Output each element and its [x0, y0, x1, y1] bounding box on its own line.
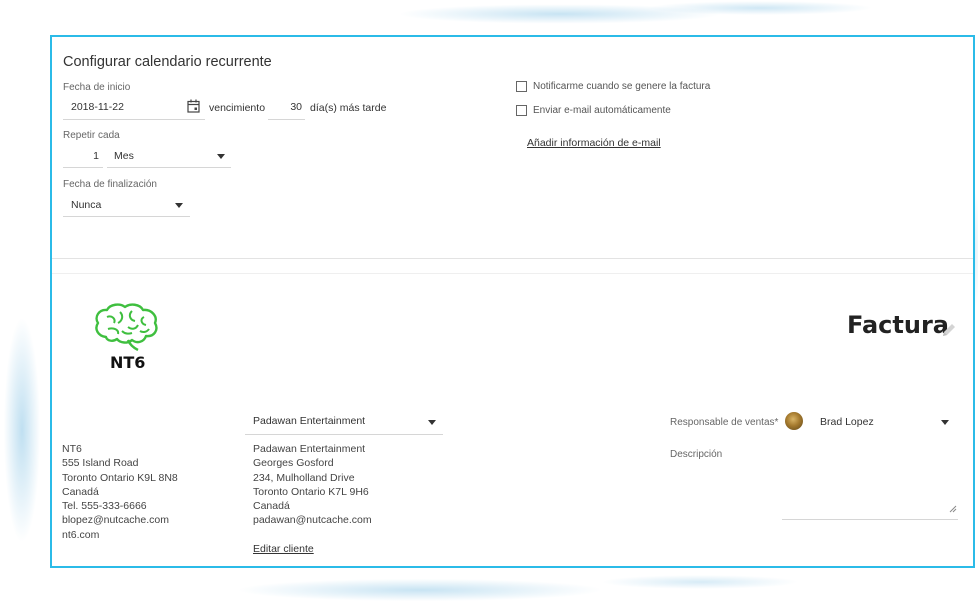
address-line: NT6 [62, 443, 82, 455]
repeat-unit-select[interactable]: Mes [107, 143, 231, 168]
due-days-input[interactable]: 30 [268, 95, 305, 120]
due-suffix: día(s) más tarde [310, 102, 387, 114]
address-line: blopez@nutcache.com [62, 514, 169, 527]
sales-rep-select[interactable]: Brad Lopez [812, 409, 954, 433]
end-date-value: Nunca [71, 199, 102, 211]
resize-handle-icon[interactable] [949, 500, 957, 518]
divider [52, 273, 973, 274]
description-label: Descripción [670, 449, 723, 460]
email-auto-label: Enviar e-mail automáticamente [533, 105, 671, 116]
chevron-down-icon [217, 154, 225, 159]
chevron-down-icon [941, 420, 949, 425]
notify-option[interactable]: Notificarme cuando se genere la factura [516, 81, 710, 92]
address-line: 555 Island Road [62, 457, 139, 470]
address-line: Padawan Entertainment [253, 443, 366, 455]
invoice-heading: Factura [847, 311, 949, 339]
sales-rep-label: Responsable de ventas* [670, 417, 779, 428]
chevron-down-icon [175, 203, 183, 208]
address-line: nt6.com [62, 528, 100, 541]
address-line: Toronto Ontario K7L 9H6 [253, 485, 369, 498]
notify-checkbox[interactable] [516, 81, 527, 92]
address-line: Georges Gosford [253, 457, 334, 470]
repeat-label: Repetir cada [63, 130, 120, 141]
address-line: Tel. 555-333-6666 [62, 500, 147, 513]
brain-logo-icon [95, 303, 158, 352]
client-select-value: Padawan Entertainment [253, 415, 366, 427]
chevron-down-icon [428, 420, 436, 425]
email-auto-checkbox[interactable] [516, 105, 527, 116]
address-line: 234, Mulholland Drive [253, 471, 355, 484]
divider [52, 258, 973, 259]
avatar [785, 412, 803, 430]
repeat-count-input[interactable]: 1 [63, 143, 103, 168]
company-address: NT6 555 Island Road Toronto Ontario K9L … [62, 442, 178, 542]
client-select[interactable]: Padawan Entertainment [245, 408, 443, 435]
logo-text: NT6 [110, 353, 146, 372]
address-line: Canadá [62, 485, 99, 498]
due-label: vencimiento [209, 102, 266, 114]
notify-label: Notificarme cuando se genere la factura [533, 81, 711, 92]
add-email-link[interactable]: Añadir información de e-mail [527, 137, 661, 149]
client-address: Padawan Entertainment Georges Gosford 23… [253, 442, 372, 528]
address-line: padawan@nutcache.com [253, 514, 372, 527]
start-date-field[interactable]: 2018-11-22 [63, 95, 205, 120]
end-date-label: Fecha de finalización [63, 179, 157, 190]
description-textarea[interactable] [782, 477, 958, 520]
address-line: Canadá [253, 500, 290, 513]
repeat-count-value: 1 [93, 150, 99, 162]
address-line: Toronto Ontario K9L 8N8 [62, 471, 178, 484]
start-date-value: 2018-11-22 [71, 101, 124, 113]
start-date-label: Fecha de inicio [63, 82, 131, 93]
email-auto-option[interactable]: Enviar e-mail automáticamente [516, 105, 671, 116]
pencil-icon[interactable] [940, 321, 958, 344]
repeat-unit-value: Mes [114, 150, 134, 162]
invoice-panel: Configurar calendario recurrente Fecha d… [50, 35, 975, 568]
end-date-select[interactable]: Nunca [63, 192, 190, 217]
company-logo: NT6 [92, 303, 164, 375]
calendar-icon[interactable] [187, 99, 200, 118]
due-days-value: 30 [290, 101, 302, 113]
edit-client-link[interactable]: Editar cliente [253, 543, 314, 555]
sales-rep-value: Brad Lopez [820, 416, 874, 428]
recurring-title: Configurar calendario recurrente [63, 54, 272, 70]
